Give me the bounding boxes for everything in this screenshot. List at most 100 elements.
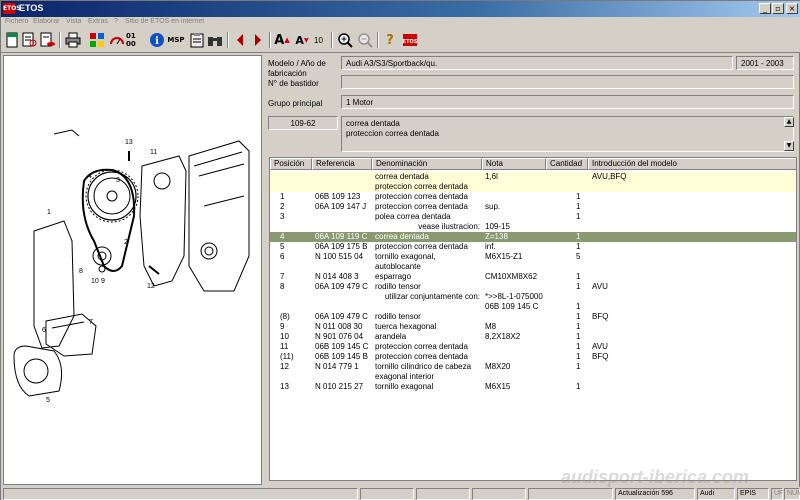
column-header-posicion[interactable]: Posición [270, 158, 312, 170]
cell-cant: 1 [576, 312, 581, 321]
font-decrease-icon[interactable]: A ▼ [293, 31, 311, 49]
table-row[interactable]: autoblocante [270, 262, 796, 272]
menu-etos-website[interactable]: Sitio de ETOS en internet [125, 18, 204, 25]
cell-cant: 1 [576, 382, 581, 391]
table-row[interactable]: utilizar conjuntamente con: *>>8L-1-07500… [270, 292, 796, 302]
cell-intro: BFQ [592, 312, 609, 321]
previous-arrow-icon[interactable] [231, 31, 249, 49]
table-row[interactable]: vease ilustracion: 109-15 [270, 222, 796, 232]
table-row[interactable]: 13 N 010 215 27 tornillo exagonal M6X15 1 [270, 382, 796, 392]
table-row[interactable]: proteccion correa dentada [270, 182, 796, 192]
minimize-button[interactable]: _ [759, 3, 771, 14]
cell-den: rodillo tensor [375, 312, 421, 321]
help-icon[interactable]: ? [381, 31, 399, 49]
menu-elaborar[interactable]: Elaborar [33, 18, 59, 25]
table-row[interactable]: 2 06A 109 147 J proteccion correa dentada s… [270, 202, 796, 212]
cell-den: tuerca hexagonal [375, 322, 437, 331]
cell-pos: 10 [280, 332, 289, 341]
scroll-up-icon[interactable]: ▲ [784, 117, 794, 127]
cell-nota: inf. [485, 242, 496, 251]
cell-nota: M6X15-Z1 [485, 252, 523, 261]
etos-logo-icon[interactable]: ETOS [401, 31, 419, 49]
table-row[interactable]: (8) 06A 109 479 C rodillo tensor 1 BFQ [270, 312, 796, 322]
menu-help[interactable]: ? [114, 18, 118, 25]
column-header-cantidad[interactable]: Cantidad [546, 158, 588, 170]
cell-cant: 1 [576, 362, 581, 371]
table-row[interactable]: 3 polea correa dentada 1 [270, 212, 796, 222]
cell-cant: 1 [576, 282, 581, 291]
table-row[interactable]: 06B 109 145 C 1 [270, 302, 796, 312]
parts-diagram-pane[interactable]: 13 11 4 3 1 2 10 9 8 12 7 6 5 [3, 55, 262, 485]
msp-button[interactable]: MSP [166, 31, 186, 49]
cell-pos: 12 [280, 362, 289, 371]
cell-pos: 2 [280, 202, 285, 211]
status-panel-empty [528, 488, 613, 500]
table-row[interactable]: exagonal interior [270, 372, 796, 382]
column-header-nota[interactable]: Nota [482, 158, 546, 170]
cell-pos: (11) [280, 352, 294, 361]
cell-ref: N 100 515 04 [315, 252, 364, 261]
chassis-label: N° de bastidor [268, 79, 319, 88]
table-row[interactable]: 12 N 014 779 1 tornillo cilindrico de cabe… [270, 362, 796, 372]
menu-fichero[interactable]: Fichero [5, 18, 28, 25]
chassis-field[interactable] [341, 75, 794, 89]
callout-5: 5 [46, 397, 50, 404]
status-update: Actualización 596 [615, 488, 695, 500]
crank-cover-drawing [13, 345, 63, 397]
new-document-icon[interactable] [3, 31, 21, 49]
cell-den: proteccion correa dentada [375, 352, 468, 361]
document-vehicle-icon[interactable] [39, 31, 57, 49]
close-button[interactable]: × [786, 3, 798, 14]
svg-text:i: i [155, 36, 159, 47]
cell-ref: N 901 076 04 [315, 332, 364, 341]
column-header-referencia[interactable]: Referencia [312, 158, 372, 170]
zoom-out-icon[interactable] [356, 31, 374, 49]
menu-extras[interactable]: Extras [88, 18, 108, 25]
status-panel-empty [360, 488, 414, 500]
column-header-introduccion[interactable]: Introducción del modelo [588, 158, 796, 170]
nav-counter-icon[interactable]: 01 00 [126, 31, 146, 49]
cell-den: proteccion correa dentada [375, 242, 468, 251]
table-row[interactable]: 5 06A 109 175 B proteccion correa dentada i… [270, 242, 796, 252]
cell-pos: 9 [280, 322, 285, 331]
clipboard-icon[interactable] [188, 31, 206, 49]
maximize-button[interactable]: ▫ [772, 3, 784, 14]
cell-nota: Z=138 [485, 232, 508, 241]
font-increase-icon[interactable]: A ▲ [273, 31, 291, 49]
cell-nota: M8 [485, 322, 497, 331]
binoculars-icon[interactable] [206, 31, 224, 49]
document-search-icon[interactable] [21, 31, 39, 49]
info-icon[interactable]: i [148, 31, 166, 49]
next-arrow-icon[interactable] [249, 31, 267, 49]
cell-den: esparrago [375, 272, 412, 281]
zoom-in-icon[interactable] [336, 31, 354, 49]
parts-table[interactable]: Posición Referencia Denominación Nota Ca… [269, 157, 797, 481]
table-row[interactable]: 7 N 014 408 3 esparrago CM10XM8X62 1 [270, 272, 796, 282]
table-row[interactable]: 9 N 011 008 30 tuerca hexagonal M8 1 [270, 322, 796, 332]
table-row[interactable]: correa dentada 1,6l AVU,BFQ [270, 172, 796, 182]
front-cover-upper-drawing [33, 220, 75, 349]
cell-ref: 06B 109 145 B [315, 352, 368, 361]
table-row[interactable]: (11) 06B 109 145 B proteccion correa denta… [270, 352, 796, 362]
table-row[interactable]: 6 N 100 515 04 tornillo exagonal, M6X15-Z1 5 [270, 252, 796, 262]
app-window: ETOS ETOS _ ▫ × Fichero Elaborar Vista E… [0, 0, 800, 500]
cell-den: vease ilustracion: [418, 222, 480, 231]
cell-pos: 4 [280, 232, 285, 241]
column-header-denominacion[interactable]: Denominación [372, 158, 482, 170]
table-row[interactable]: 10 N 901 076 04 arandela 8,2X18X2 1 [270, 332, 796, 342]
table-row[interactable]: 8 06A 109 479 C rodillo tensor 1 AVU [270, 282, 796, 292]
cell-nota: 8,2X18X2 [485, 332, 521, 341]
status-uf: UF [771, 488, 783, 500]
table-row[interactable]: 11 06B 109 145 C proteccion correa dentada… [270, 342, 796, 352]
menu-vista[interactable]: Vista [66, 18, 81, 25]
cell-ref: 06B 109 145 C [315, 342, 369, 351]
cell-cant: 1 [576, 202, 581, 211]
cell-nota: sup. [485, 202, 501, 211]
scroll-down-icon[interactable]: ▼ [784, 141, 794, 151]
table-row[interactable]: 4 06A 109 119 C correa dentada Z=138 1 [270, 232, 796, 242]
grid-view-icon[interactable] [88, 31, 106, 49]
print-icon[interactable] [64, 31, 82, 49]
gauge-icon[interactable] [108, 31, 126, 49]
table-row[interactable]: 1 06B 109 123 proteccion correa dentada 1 [270, 192, 796, 202]
toolbar-separator [59, 32, 61, 48]
